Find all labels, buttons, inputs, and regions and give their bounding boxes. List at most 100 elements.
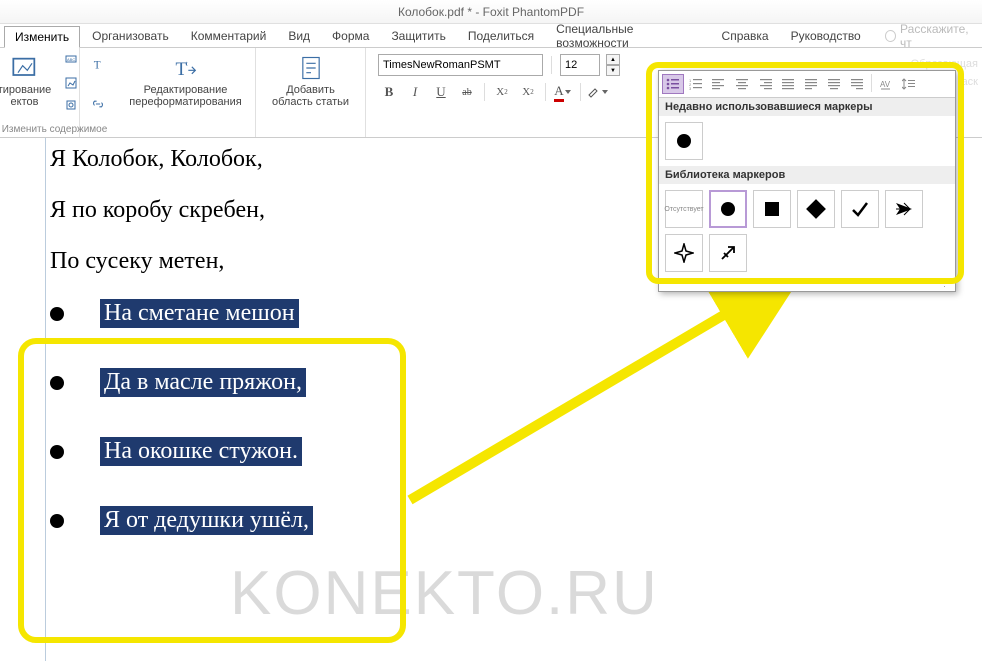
justify-right-button[interactable] — [846, 74, 868, 94]
margin-guide — [45, 138, 46, 661]
font-size-select[interactable] — [560, 54, 600, 76]
tab-protect[interactable]: Защитить — [381, 26, 455, 46]
size-up[interactable]: ▲ — [606, 54, 620, 65]
marker-sagittarius[interactable] — [709, 234, 747, 272]
check-icon — [850, 199, 870, 219]
align-right-button[interactable] — [754, 74, 776, 94]
diamond-icon — [806, 199, 826, 219]
reflow-label: Редактирование переформатирования — [129, 84, 241, 108]
font-size-stepper[interactable]: ▲▼ — [606, 54, 620, 76]
highlight-button[interactable] — [587, 82, 609, 102]
align-left-button[interactable] — [708, 74, 730, 94]
justify-center-button[interactable] — [823, 74, 845, 94]
marker-arrow[interactable] — [885, 190, 923, 228]
panel-resize-grip[interactable]: ⋰ — [659, 278, 955, 291]
tab-help[interactable]: Справка — [712, 26, 779, 46]
tab-form[interactable]: Форма — [322, 26, 379, 46]
title-bar: Колобок.pdf * - Foxit PhantomPDF — [0, 0, 982, 24]
subscript-button[interactable]: X2 — [517, 82, 539, 102]
tab-edit[interactable]: Изменить — [4, 26, 80, 48]
bullet-dot-icon — [50, 445, 64, 459]
star4-icon — [674, 243, 694, 263]
bullet-list[interactable]: На сметане мешон Да в масле пряжон, На о… — [50, 299, 313, 535]
bullet-item[interactable]: На сметане мешон — [50, 299, 313, 328]
text-line[interactable]: Я Колобок, Колобок, — [50, 146, 313, 173]
reflow-edit-button[interactable]: Tt Редактирование переформатирования — [127, 52, 243, 110]
char-spacing-button[interactable]: AV — [875, 74, 897, 94]
tell-me-label: Расскажите, чт — [900, 22, 978, 50]
bullet-item[interactable]: Я от дедушки ушёл, — [50, 506, 313, 535]
bullet-dot-icon — [50, 307, 64, 321]
bullet-dot-icon — [50, 514, 64, 528]
ribbon-group-article: Добавить область статьи — [256, 48, 366, 137]
objects-icon — [11, 54, 39, 82]
svg-text:3: 3 — [689, 86, 692, 90]
bullet-list-button[interactable] — [662, 74, 684, 94]
link-tool-button[interactable] — [85, 93, 111, 115]
bullet-item[interactable]: На окошке стужон. — [50, 437, 313, 466]
edit-objects-label: тирование ектов — [0, 84, 51, 108]
size-down[interactable]: ▼ — [606, 65, 620, 76]
svg-text:t: t — [186, 62, 188, 68]
circle-icon — [721, 202, 735, 216]
tab-organize[interactable]: Организовать — [82, 26, 179, 46]
marker-diamond[interactable] — [797, 190, 835, 228]
arrow-icon — [894, 199, 914, 219]
square-icon — [765, 202, 779, 216]
text-tool-button[interactable]: T — [85, 54, 111, 76]
marker-circle[interactable] — [709, 190, 747, 228]
tab-view[interactable]: Вид — [278, 26, 320, 46]
bullet-dot-icon — [50, 376, 64, 390]
tab-comment[interactable]: Комментарий — [181, 26, 277, 46]
bullet-text[interactable]: Я от дедушки ушёл, — [100, 506, 313, 535]
sagittarius-icon — [718, 243, 738, 263]
underline-button[interactable]: U — [430, 82, 452, 102]
article-label: Добавить область статьи — [272, 84, 349, 108]
paragraph-toolbar: 123 AV — [659, 71, 955, 98]
text-line[interactable]: По сусеку метен, — [50, 248, 313, 275]
svg-text:AV: AV — [880, 80, 891, 89]
watermark: KONEKTO.RU — [230, 558, 659, 629]
font-family-select[interactable] — [378, 54, 543, 76]
align-center-button[interactable] — [731, 74, 753, 94]
bold-button[interactable]: B — [378, 82, 400, 102]
svg-text:T: T — [94, 60, 101, 72]
ribbon-text-col: T — [80, 48, 116, 137]
numbered-list-button[interactable]: 123 — [685, 74, 707, 94]
edit-objects-button[interactable]: тирование ектов — [0, 52, 53, 110]
bullet-text[interactable]: Да в масле пряжон, — [100, 368, 306, 397]
tab-share[interactable]: Поделиться — [458, 26, 544, 46]
justify-left-button[interactable] — [800, 74, 822, 94]
ribbon-group-reflow: Tt Редактирование переформатирования — [116, 48, 256, 137]
align-justify-button[interactable] — [777, 74, 799, 94]
marker-none[interactable]: Отсутствует — [665, 190, 703, 228]
text-line[interactable]: Я по коробу скребен, — [50, 197, 313, 224]
italic-button[interactable]: I — [404, 82, 426, 102]
tell-me-search[interactable]: Расскажите, чт — [885, 22, 978, 50]
bullet-text[interactable]: На окошке стужон. — [100, 437, 302, 466]
article-icon — [297, 54, 325, 82]
font-color-button[interactable]: A — [552, 82, 574, 102]
circle-icon — [677, 134, 691, 148]
line-spacing-button[interactable] — [898, 74, 920, 94]
bulb-icon — [885, 30, 896, 42]
recent-markers-title: Недавно использовавшиеся маркеры — [659, 98, 955, 116]
ribbon-group-objects: тирование ектов ABC Изменить содержимое — [0, 48, 80, 137]
ribbon-tabs: Изменить Организовать Комментарий Вид Фо… — [0, 24, 982, 48]
marker-square[interactable] — [753, 190, 791, 228]
marker-check[interactable] — [841, 190, 879, 228]
window-title: Колобок.pdf * - Foxit PhantomPDF — [398, 5, 584, 19]
svg-text:ABC: ABC — [67, 57, 75, 62]
document-text[interactable]: Я Колобок, Колобок, Я по коробу скребен,… — [50, 146, 313, 575]
reflow-icon: Tt — [172, 54, 200, 82]
tab-guide[interactable]: Руководство — [781, 26, 871, 46]
bullet-text[interactable]: На сметане мешон — [100, 299, 299, 328]
marker-star4[interactable] — [665, 234, 703, 272]
recent-marker-circle[interactable] — [665, 122, 703, 160]
bullet-library-panel: 123 AV Недавно использовавшиеся маркеры … — [658, 70, 956, 292]
strikethrough-button[interactable]: ab — [456, 82, 478, 102]
add-article-area-button[interactable]: Добавить область статьи — [270, 52, 351, 110]
bullet-item[interactable]: Да в масле пряжон, — [50, 368, 313, 397]
superscript-button[interactable]: X2 — [491, 82, 513, 102]
marker-library-title: Библиотека маркеров — [659, 166, 955, 184]
